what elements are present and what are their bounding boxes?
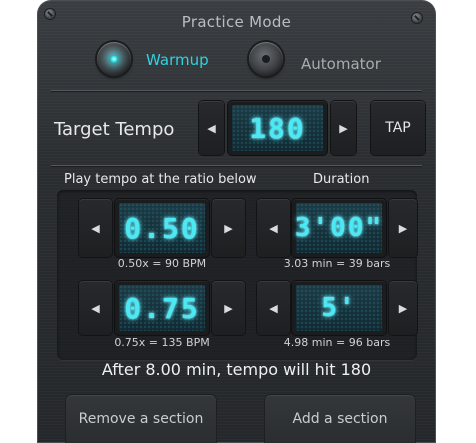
ratio-caption: 0.50x = 90 BPM <box>117 257 207 270</box>
duration-decrement-button[interactable]: ◀ <box>257 199 290 257</box>
ratio-decrement-button[interactable]: ◀ <box>79 199 112 257</box>
duration-value: 3'00" <box>295 203 382 253</box>
remove-section-button[interactable]: Remove a section <box>66 395 216 443</box>
led-indicator-icon <box>110 55 118 63</box>
ratio-increment-button[interactable]: ▶ <box>212 281 245 335</box>
ratio-display: 0.75 <box>115 281 209 335</box>
divider <box>51 90 422 91</box>
tempo-value: 180 <box>232 105 323 151</box>
page-title: Practice Mode <box>181 13 292 31</box>
duration-caption: 3.03 min = 39 bars <box>283 257 391 270</box>
add-section-button[interactable]: Add a section <box>265 395 415 443</box>
divider <box>51 165 422 166</box>
tap-button[interactable]: TAP <box>371 101 425 155</box>
ratio-header: Play tempo at the ratio below <box>64 172 257 187</box>
duration-caption: 4.98 min = 96 bars <box>283 336 391 349</box>
duration-display: 5' <box>292 281 386 335</box>
warmup-label[interactable]: Warmup <box>146 51 209 69</box>
summary-text: After 8.00 min, tempo will hit 180 <box>101 360 372 379</box>
duration-increment-button[interactable]: ▶ <box>389 199 417 257</box>
duration-increment-button[interactable]: ▶ <box>389 281 417 335</box>
ratio-value: 0.50 <box>119 203 205 253</box>
practice-mode-panel: Practice Mode Warmup Automator Target Te… <box>37 0 436 443</box>
automator-label[interactable]: Automator <box>301 55 381 73</box>
duration-value: 5' <box>296 285 382 331</box>
warmup-radio-knob[interactable] <box>97 42 131 76</box>
ratio-decrement-button[interactable]: ◀ <box>79 281 112 335</box>
ratio-value: 0.75 <box>119 285 205 331</box>
duration-display: 3'00" <box>292 199 386 257</box>
ratio-increment-button[interactable]: ▶ <box>212 199 245 257</box>
tempo-increment-button[interactable]: ▶ <box>331 101 356 155</box>
ratio-display: 0.50 <box>115 199 209 257</box>
tempo-decrement-button[interactable]: ◀ <box>199 101 224 155</box>
automator-radio-knob[interactable] <box>249 42 283 76</box>
duration-decrement-button[interactable]: ◀ <box>257 281 290 335</box>
target-tempo-label: Target Tempo <box>54 119 175 140</box>
led-indicator-icon <box>262 55 270 63</box>
duration-header: Duration <box>313 172 370 187</box>
tempo-display: 180 <box>228 101 327 155</box>
ratio-caption: 0.75x = 135 BPM <box>114 336 210 349</box>
